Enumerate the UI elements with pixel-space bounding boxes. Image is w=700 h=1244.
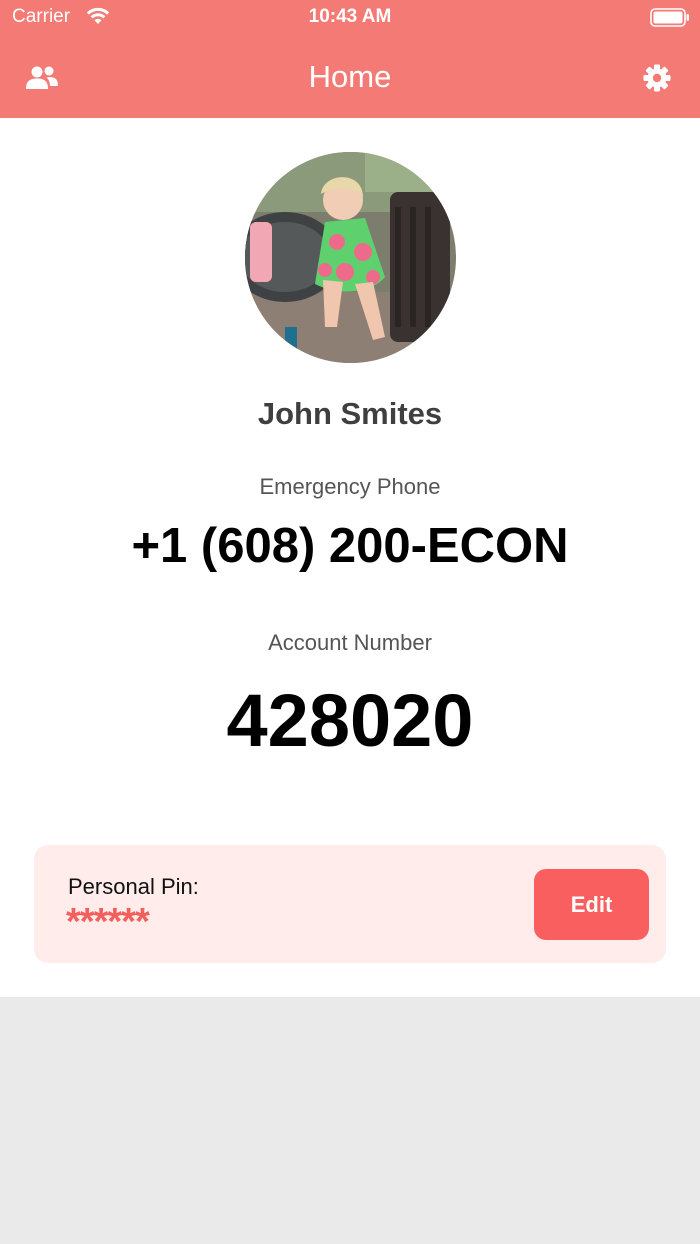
avatar-photo <box>245 152 456 363</box>
profile-content: John Smites Emergency Phone +1 (608) 200… <box>0 118 700 997</box>
personal-pin-value: ****** <box>66 901 150 943</box>
status-bar: Carrier 10:43 AM <box>0 0 700 36</box>
personal-pin-card: Personal Pin: ****** Edit <box>34 845 666 963</box>
account-number-label: Account Number <box>268 630 432 655</box>
personal-pin-label: Personal Pin: <box>68 874 199 899</box>
status-time: 10:43 AM <box>308 6 392 27</box>
home-screen: Carrier 10:43 AM Home John Smites Emerge… <box>0 0 700 1244</box>
empty-bottom-area <box>0 997 700 1244</box>
header: Carrier 10:43 AM Home <box>0 0 700 118</box>
page-title: Home <box>308 59 392 94</box>
edit-pin-button[interactable]: Edit <box>534 869 649 940</box>
gear-icon <box>643 64 671 92</box>
settings-button[interactable] <box>636 58 678 98</box>
emergency-phone-label: Emergency Phone <box>259 474 441 499</box>
battery-icon <box>650 8 689 27</box>
emergency-phone-value: +1 (608) 200-ECON <box>131 519 569 573</box>
nav-bar: Home <box>0 40 700 118</box>
account-number-value: 428020 <box>226 679 474 762</box>
profile-name: John Smites <box>257 396 443 431</box>
avatar <box>245 152 456 363</box>
